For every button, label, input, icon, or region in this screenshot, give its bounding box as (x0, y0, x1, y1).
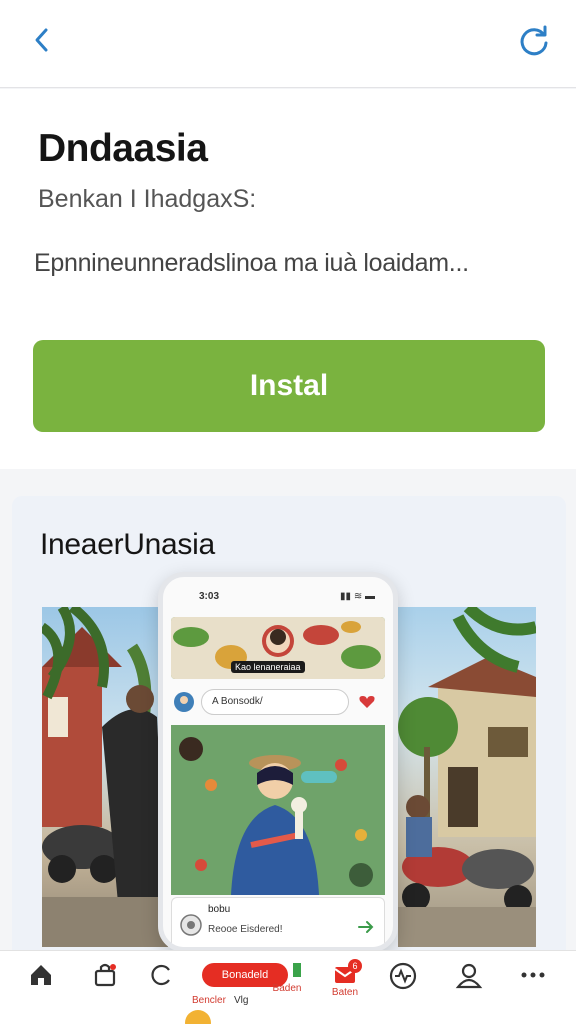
phone-status-bar: 3:03 ▮▮ ≋ ▬ (163, 577, 393, 613)
nav-label-baten: Baten (331, 987, 359, 998)
activity-icon (389, 962, 417, 990)
nav-label-vlg[interactable]: Vlg (234, 995, 248, 1006)
floating-location-icon[interactable] (184, 1009, 212, 1024)
street-photo-right (398, 607, 536, 947)
nav-bag[interactable] (80, 961, 130, 1017)
phone-card-title: bobu (208, 904, 231, 915)
nav-inbox[interactable]: Baden (262, 961, 312, 1017)
mail-badge: 6 (348, 959, 362, 973)
phone-search-input[interactable]: A Bonsodk/ (201, 689, 349, 715)
preview-card[interactable]: IneaerUnasia 3:03 ▮▮ ≋ ▬ Kao lenaneraiaa… (12, 496, 566, 1024)
bottom-nav-bar: Bonadeld Bencler Vlg Baden Baten 6 (0, 950, 576, 1024)
profile-icon (455, 963, 483, 989)
avatar (174, 692, 194, 712)
nav-label-baden: Baden (272, 983, 302, 994)
back-button[interactable] (22, 20, 62, 60)
nav-chat[interactable] (136, 961, 186, 1017)
app-subtitle: Benkan I IhadgaxS: (38, 185, 257, 213)
phone-post-image (171, 725, 385, 895)
arrow-right-icon[interactable] (358, 920, 374, 934)
heart-icon[interactable] (359, 695, 375, 709)
phone-mockup: 3:03 ▮▮ ≋ ▬ Kao lenaneraiaa A Bonsodk/ b… (158, 572, 398, 952)
top-nav-bar (0, 0, 576, 88)
chevron-left-icon (35, 28, 48, 52)
nav-label-bencler[interactable]: Bencler (192, 995, 226, 1006)
phone-card-icon (180, 914, 202, 936)
refresh-icon (520, 25, 548, 56)
nav-home[interactable] (16, 961, 66, 1017)
more-icon (521, 972, 545, 978)
app-info-section: Dndaasia Benkan I IhadgaxS: Epnnineunner… (0, 89, 576, 469)
street-photo-left (42, 607, 168, 947)
phone-card-subtitle: Reooe Eisdered! (208, 924, 283, 935)
inbox-icon (293, 963, 301, 977)
install-button[interactable]: Instal (33, 340, 545, 432)
app-title: Dndaasia (38, 127, 208, 170)
phone-banner: Kao lenaneraiaa (171, 617, 385, 679)
refresh-button[interactable] (514, 20, 554, 60)
bag-icon (94, 963, 116, 987)
phone-banner-label: Kao lenaneraiaa (231, 661, 305, 673)
home-icon (31, 965, 51, 985)
nav-mail[interactable]: Baten (320, 961, 370, 1017)
app-description[interactable]: Epnnineunneradslinoa ma iuà loaidam... (34, 249, 469, 278)
nav-profile[interactable] (444, 961, 494, 1017)
nav-more[interactable] (508, 961, 558, 1017)
phone-time: 3:03 (199, 591, 220, 602)
chat-icon (151, 964, 170, 986)
preview-title: IneaerUnasia (40, 528, 215, 561)
phone-list-card[interactable]: bobu Reooe Eisdered! (171, 897, 385, 947)
phone-search-row: A Bonsodk/ (171, 687, 385, 717)
nav-activity[interactable] (378, 961, 428, 1017)
phone-status-icons: ▮▮ ≋ ▬ (340, 591, 375, 602)
